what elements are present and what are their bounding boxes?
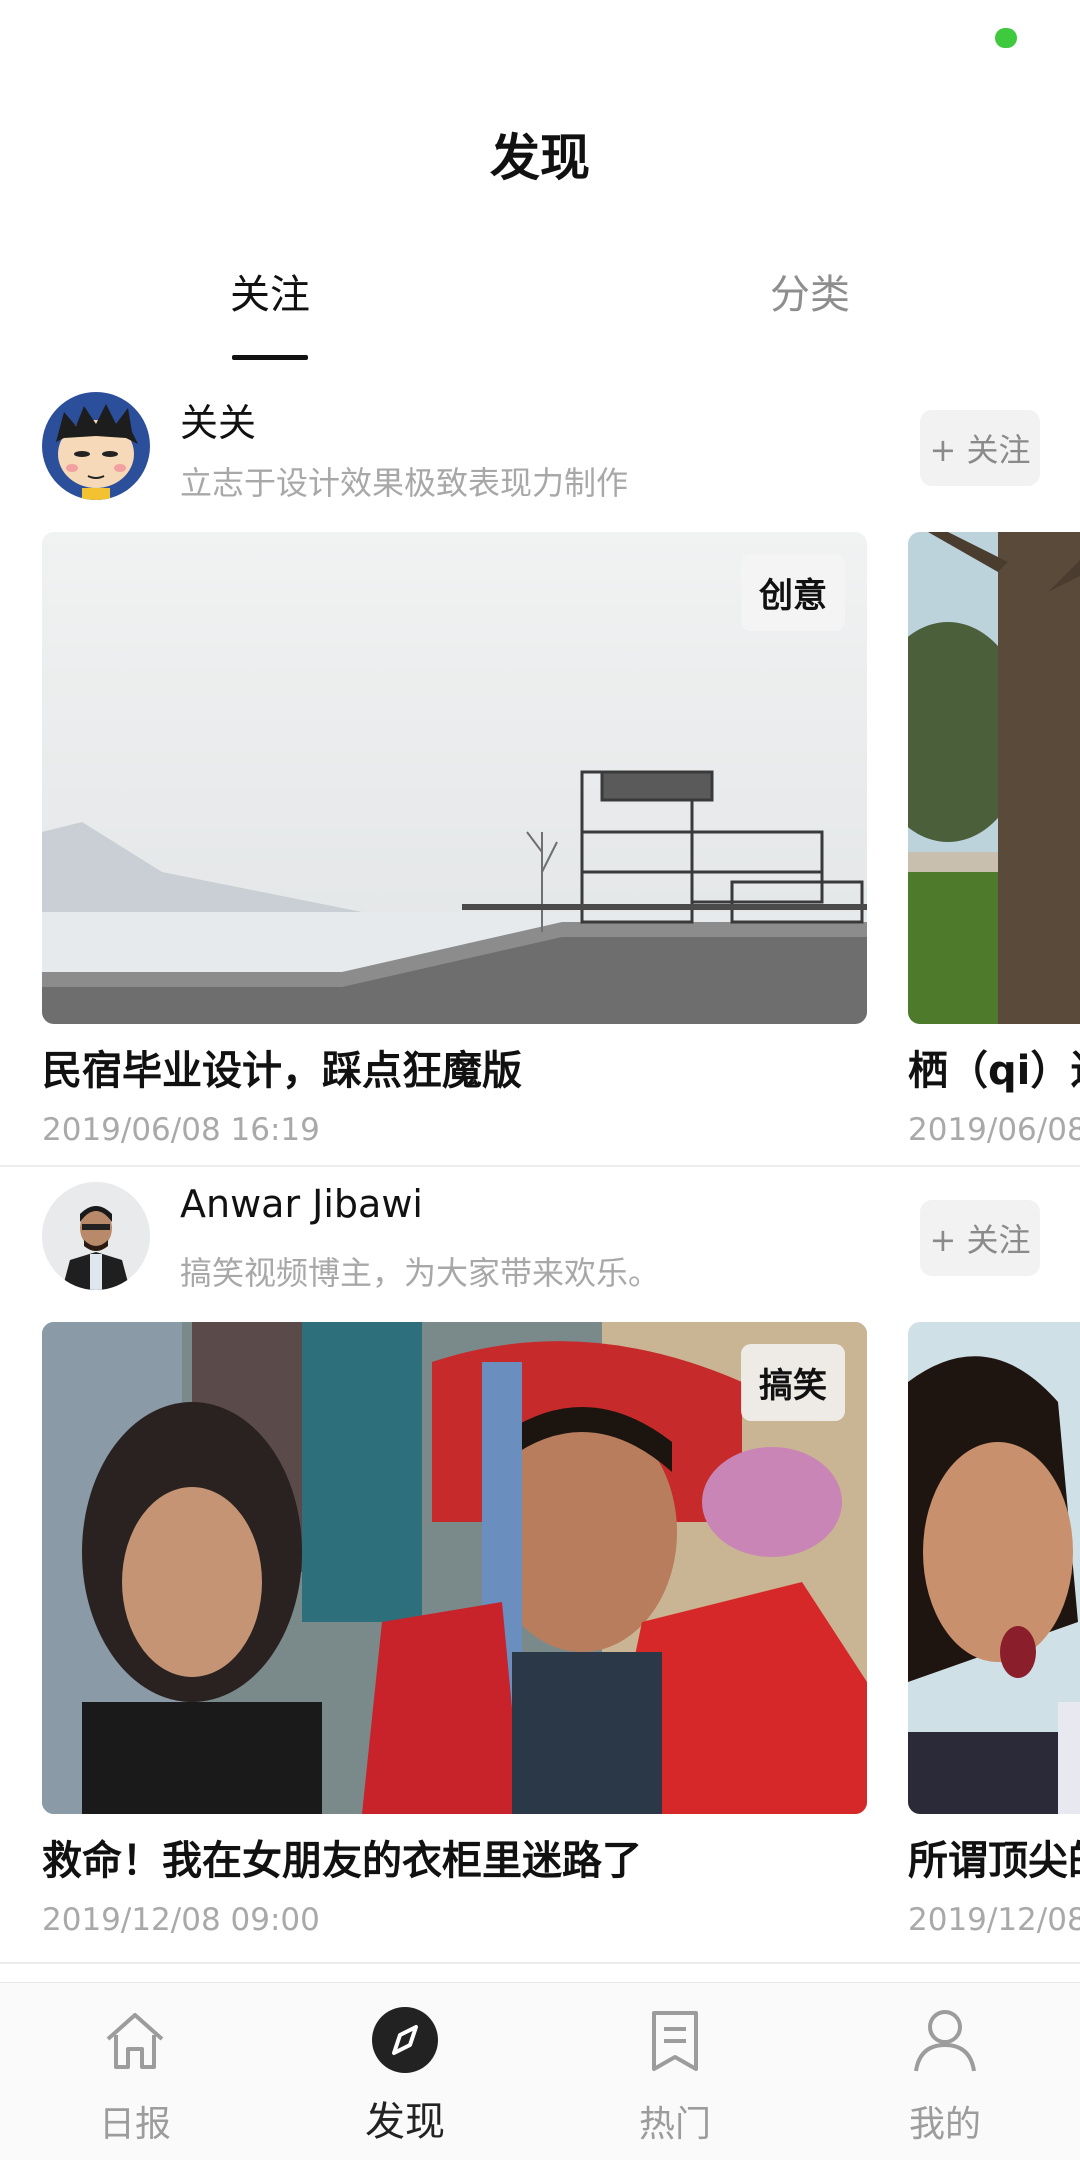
video-card[interactable]: 创意 民宿毕业设计，踩点狂魔版 2019/06/08 16:19 <box>42 532 867 1148</box>
tab-bar: 关注 分类 <box>0 262 1080 362</box>
video-card-peek[interactable]: 所谓顶尖的 2019/12/08 <box>908 1322 1080 1938</box>
video-thumbnail[interactable]: 创意 <box>42 532 867 1024</box>
feed-section: 关关 立志于设计效果极致表现力制作 + 关注 创意 民宿毕业设计，踩点狂魔版 2… <box>0 380 1080 1165</box>
tab-follow[interactable]: 关注 <box>170 262 370 320</box>
card-title[interactable]: 救命！我在女朋友的衣柜里迷路了 <box>42 1828 867 1886</box>
card-date: 2019/06/08 16:19 <box>42 1112 320 1148</box>
category-tag: 创意 <box>741 554 845 631</box>
nav-item-popular[interactable]: 热门 <box>540 1983 810 2160</box>
section-divider <box>0 1165 1080 1167</box>
active-tab-indicator <box>232 355 308 360</box>
video-card[interactable]: 搞笑 救命！我在女朋友的衣柜里迷路了 2019/12/08 09:00 <box>42 1322 867 1938</box>
person-avatar-image <box>42 1182 150 1290</box>
nav-label: 发现 <box>365 2099 445 2145</box>
category-tag: 搞笑 <box>741 1344 845 1421</box>
card-title[interactable]: 所谓顶尖的 <box>908 1828 1080 1886</box>
author-description: 立志于设计效果极致表现力制作 <box>180 464 629 502</box>
tree-landscape-image <box>908 532 1080 1024</box>
feed-section: Anwar Jibawi 搞笑视频博主，为大家带来欢乐。 + 关注 搞笑 救命！… <box>0 1170 1080 1960</box>
compass-icon <box>372 2007 438 2073</box>
nav-label: 我的 <box>908 2104 981 2145</box>
nav-item-discover[interactable]: 发现 <box>270 1983 540 2160</box>
card-title[interactable]: 栖（qi）迟 <box>908 1038 1080 1096</box>
video-thumbnail[interactable]: 搞笑 <box>42 1322 867 1814</box>
battery-icon <box>995 28 1017 48</box>
tab-category[interactable]: 分类 <box>710 262 910 320</box>
card-date: 2019/06/08 <box>908 1112 1080 1148</box>
nav-label: 热门 <box>638 2104 711 2145</box>
avatar[interactable] <box>42 392 150 500</box>
author-name[interactable]: Anwar Jibawi <box>180 1182 423 1226</box>
section-divider <box>0 1962 1080 1964</box>
author-name[interactable]: 关关 <box>180 392 256 447</box>
surprised-woman-image <box>908 1322 1080 1814</box>
follow-button[interactable]: + 关注 <box>920 410 1040 486</box>
follow-button[interactable]: + 关注 <box>920 1200 1040 1276</box>
card-date: 2019/12/08 09:00 <box>42 1902 320 1938</box>
author-description: 搞笑视频博主，为大家带来欢乐。 <box>180 1254 661 1292</box>
video-thumbnail[interactable] <box>908 532 1080 1024</box>
nav-item-daily[interactable]: 日报 <box>0 1983 270 2160</box>
nav-item-mine[interactable]: 我的 <box>810 1983 1080 2160</box>
card-date: 2019/12/08 <box>908 1902 1080 1938</box>
bookmark-icon <box>652 2011 698 2071</box>
card-title[interactable]: 民宿毕业设计，踩点狂魔版 <box>42 1038 867 1096</box>
avatar[interactable] <box>42 1182 150 1290</box>
home-icon <box>106 2013 164 2069</box>
video-thumbnail[interactable] <box>908 1322 1080 1814</box>
user-icon <box>914 2010 976 2072</box>
status-bar <box>0 0 1080 80</box>
bottom-navigation: 日报 发现 热门 我的 <box>0 1982 1080 2160</box>
cartoon-avatar-image <box>42 392 150 500</box>
video-card-peek[interactable]: 栖（qi）迟 2019/06/08 <box>908 532 1080 1148</box>
page-title: 发现 <box>490 129 590 187</box>
nav-label: 日报 <box>98 2104 171 2145</box>
